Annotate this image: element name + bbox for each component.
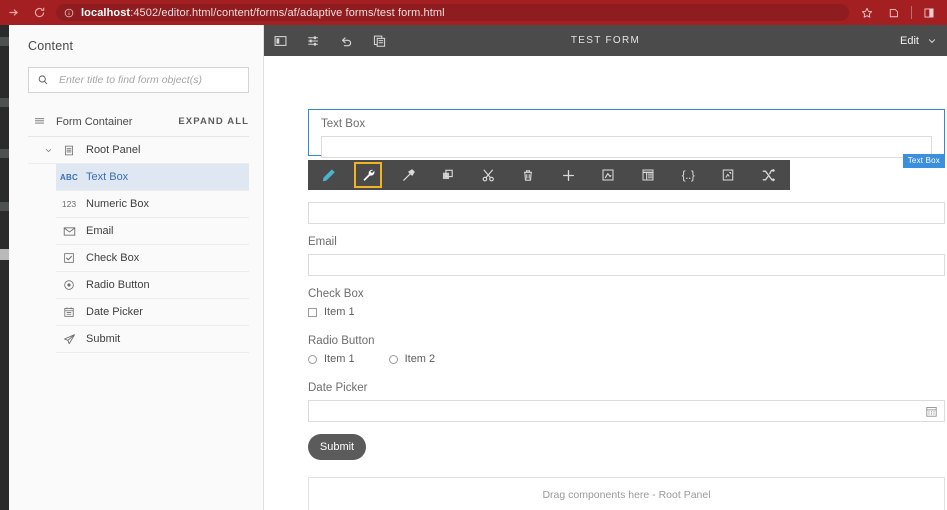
url-path: :4502/editor.html/content/forms/af/adapt… [130, 6, 445, 19]
editor-toolbar: TEST FORM Edit [264, 25, 947, 56]
calendar-icon[interactable] [925, 405, 938, 418]
page-title: TEST FORM [570, 35, 641, 46]
form-container-icon [28, 115, 50, 128]
sidebar-title: Content [28, 39, 74, 53]
option-label: Item 1 [324, 353, 355, 365]
abc-icon: ABC [60, 172, 78, 182]
tree-root-label: Root Panel [86, 144, 141, 156]
checkbox-icon [56, 252, 82, 264]
submit-button[interactable]: Submit [308, 434, 366, 460]
field-check-box: Check Box Item 1 [308, 288, 945, 318]
tree-item-label: Radio Button [86, 279, 150, 291]
tree-item-radio-button[interactable]: Radio Button [56, 272, 249, 299]
tree-item-check-box[interactable]: Check Box [56, 245, 249, 272]
dropzone[interactable]: Drag components here - Root Panel [308, 477, 945, 510]
mode-selector[interactable]: Edit [900, 35, 937, 47]
envelope-icon [56, 226, 82, 237]
tree-item-submit[interactable]: Submit [56, 326, 249, 353]
dropzone-text: Drag components here - Root Panel [542, 488, 711, 501]
info-circle-icon[interactable] [64, 8, 74, 18]
form-container-row[interactable]: Form Container EXPAND ALL [28, 107, 249, 137]
tree-row-root-panel[interactable]: Root Panel [28, 137, 249, 164]
rail-icon-5[interactable] [0, 249, 9, 260]
search-box[interactable] [28, 67, 249, 93]
forward-arrow-icon[interactable] [0, 0, 26, 25]
tree-item-numeric-box[interactable]: 123 Numeric Box [56, 191, 249, 218]
checkbox-icon[interactable] [308, 307, 317, 317]
content-sidebar: Content Form Container EXPAND ALL [9, 25, 264, 510]
app-root: localhost:4502/editor.html/content/forms… [0, 0, 947, 510]
radio-options: Item 1 Item 2 [308, 353, 945, 365]
reload-icon[interactable] [26, 0, 52, 25]
calendar-icon [56, 306, 82, 318]
tree-item-text-box[interactable]: ABC Text Box [56, 164, 249, 191]
browser-actions [855, 0, 947, 25]
profile-window-icon[interactable] [917, 0, 941, 25]
extensions-icon[interactable] [882, 0, 906, 25]
field-numeric-box [308, 202, 945, 224]
tree-item-label: Email [86, 225, 114, 237]
numeric-box-input[interactable] [308, 202, 945, 224]
search-input[interactable] [57, 73, 240, 87]
chevron-down-icon[interactable] [927, 36, 937, 46]
tree-item-label: Submit [86, 333, 121, 345]
form-fields: Email Check Box Item 1 Radio Button Item… [308, 164, 945, 510]
radio-icon [56, 279, 82, 291]
radio-option[interactable]: Item 2 [388, 353, 436, 365]
star-icon[interactable] [855, 0, 879, 25]
tree-children: ABC Text Box 123 Numeric Box Email Check… [28, 164, 249, 353]
browser-toolbar: localhost:4502/editor.html/content/forms… [0, 0, 947, 25]
editor-pane: TEST FORM Edit Text Box Text Box {..} Em… [264, 25, 947, 510]
date-picker-input[interactable] [308, 400, 945, 422]
chevron-down-icon[interactable] [40, 146, 56, 155]
option-label: Item 2 [404, 353, 436, 365]
numeric-icon: 123 [61, 199, 77, 209]
rail-icon-1[interactable] [0, 37, 9, 46]
option-label: Item 1 [324, 306, 355, 318]
checkbox-options: Item 1 [308, 306, 945, 318]
field-label: Date Picker [308, 382, 368, 394]
rail-icon-3[interactable] [0, 149, 9, 158]
text-box-input[interactable] [321, 136, 932, 158]
tree-item-date-picker[interactable]: Date Picker [56, 299, 249, 326]
field-label: Radio Button [308, 335, 375, 347]
rail-icon-2[interactable] [0, 98, 9, 107]
form-container-label: Form Container [56, 115, 133, 128]
search-icon [37, 74, 49, 86]
form-canvas: Text Box Text Box {..} Email Check Box I… [264, 56, 947, 510]
tree-item-email[interactable]: Email [56, 218, 249, 245]
email-input[interactable] [308, 254, 945, 276]
field-label: Check Box [308, 288, 364, 300]
expand-all-button[interactable]: EXPAND ALL [178, 116, 249, 127]
radio-icon[interactable] [388, 354, 398, 364]
paper-plane-icon [56, 333, 82, 346]
field-label: Email [308, 236, 337, 248]
field-date-picker: Date Picker [308, 382, 945, 422]
selected-component-text-box[interactable]: Text Box Text Box [308, 109, 945, 168]
mode-label: Edit [900, 34, 919, 47]
toolbar-divider [911, 6, 912, 19]
tree-item-label: Numeric Box [86, 198, 149, 210]
panel-icon [56, 144, 82, 157]
tree-item-label: Check Box [86, 252, 140, 264]
tree-item-label: Text Box [86, 171, 129, 183]
field-radio-button: Radio Button Item 1 Item 2 [308, 335, 945, 365]
rail-icon-4[interactable] [0, 202, 9, 211]
url-host: localhost [81, 6, 131, 19]
address-bar-url: localhost:4502/editor.html/content/forms… [81, 7, 445, 19]
search-wrapper [9, 53, 263, 93]
tree-item-label: Date Picker [86, 306, 143, 318]
field-email: Email [308, 236, 945, 276]
left-rail [0, 25, 9, 510]
field-label: Text Box [321, 118, 366, 130]
radio-option[interactable]: Item 1 [308, 353, 355, 365]
radio-icon[interactable] [308, 354, 317, 364]
address-bar[interactable]: localhost:4502/editor.html/content/forms… [56, 4, 849, 21]
form-object-tree: Root Panel ABC Text Box 123 Numeric Box [28, 137, 249, 353]
checkbox-option[interactable]: Item 1 [308, 306, 355, 318]
